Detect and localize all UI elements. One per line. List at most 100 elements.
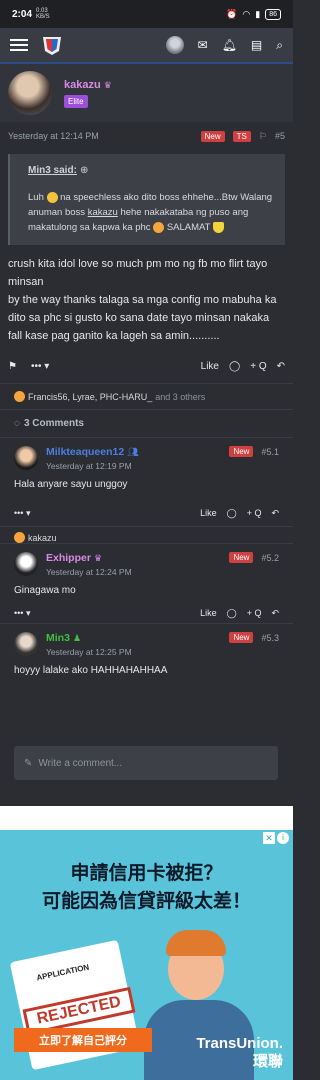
advertisement-banner[interactable]: ✕ i 申請信用卡被拒？ 可能因為信貸評級太差！ APPLICATION REJ… — [0, 830, 293, 1080]
comments-count[interactable]: 3 Comments — [24, 418, 84, 429]
comment-meta-right: New #5.1 — [229, 446, 279, 457]
comment-time[interactable]: Yesterday at 12:25 PM — [46, 647, 132, 657]
ad-close-icon[interactable]: ✕ — [263, 832, 275, 844]
write-comment-input[interactable]: ✎ Write a comment... — [14, 746, 278, 780]
comment-text: Ginagawa mo — [14, 585, 76, 596]
author-name[interactable]: kakazu — [64, 79, 101, 91]
surprised-emoji-icon — [46, 191, 58, 203]
more-button[interactable]: ••• ▾ — [31, 361, 49, 372]
inbox-icon[interactable]: ✉ — [198, 38, 208, 52]
write-comment-placeholder: Write a comment... — [38, 757, 123, 769]
comment-header: Min3 ♟ Yesterday at 12:25 PM New #5.3 — [14, 624, 279, 657]
status-bar: 2:04 0.03 KB/S ⏰ ◠ ▮ 86 — [0, 0, 293, 28]
menu-icon[interactable] — [10, 39, 28, 51]
comment-icon[interactable]: ◯ — [227, 508, 237, 519]
more-label: ••• — [30, 360, 42, 372]
post-meta: Yesterday at 12:14 PM New TS ⚐ #5 — [0, 122, 293, 150]
post-body-line: crush kita idol love so much pm mo ng fb… — [8, 258, 268, 288]
comment-author[interactable]: Exhipper — [46, 552, 91, 564]
reply-icon[interactable]: ↶ — [271, 508, 279, 519]
new-tag: New — [200, 130, 225, 142]
post-body-line: by the way thanks talaga sa mga config m… — [8, 294, 277, 342]
comments-header[interactable]: ◌ 3 Comments — [0, 409, 293, 437]
post-body: crush kita idol love so much pm mo ng fb… — [0, 245, 293, 345]
like-button[interactable]: Like — [201, 361, 219, 372]
post-time[interactable]: Yesterday at 12:14 PM — [8, 131, 99, 141]
comment-time[interactable]: Yesterday at 12:24 PM — [46, 567, 132, 577]
comment-more-button[interactable]: ••• ▾ — [14, 608, 30, 619]
brand-name: TransUnion. — [196, 1035, 283, 1052]
post-number[interactable]: #5 — [275, 131, 285, 141]
comment-quote-button[interactable]: + Q — [247, 508, 262, 519]
post-meta-right: New TS ⚐ #5 — [200, 130, 285, 142]
laugh-emoji-icon — [14, 391, 25, 402]
ad-headline-1: 申請信用卡被拒？ — [70, 863, 223, 884]
quote-text-1: Luh — [28, 192, 44, 203]
post-author: kakazu ♛ Elite — [0, 64, 293, 122]
comment-author[interactable]: Min3 — [46, 632, 70, 644]
search-icon[interactable]: ⌕ — [276, 38, 283, 53]
comment-number[interactable]: #5.3 — [261, 633, 279, 643]
quote-author[interactable]: Min3 said: — [28, 165, 77, 176]
comment-header: Exhipper ♛ Yesterday at 12:24 PM New #5.… — [14, 544, 279, 577]
ad-info-icon[interactable]: i — [277, 832, 289, 844]
comment-actions: ••• ▾ Like ◯ + Q ↶ — [14, 500, 279, 526]
clock: 2:04 — [12, 8, 33, 20]
comment-quote-button[interactable]: + Q — [247, 608, 262, 619]
comment-author[interactable]: Milkteaqueen12 — [46, 446, 124, 458]
comment-actions-right: Like ◯ + Q ↶ — [200, 608, 279, 619]
laugh-emoji-icon — [14, 532, 25, 543]
user-icon: ♟ — [72, 633, 82, 643]
reaction-others[interactable]: and 3 others — [155, 392, 205, 402]
comment-avatar[interactable] — [14, 632, 38, 656]
post-reactions[interactable]: Francis56, Lyrae, PHC-HARU_ and 3 others — [0, 383, 293, 409]
bell-icon[interactable]: 🔔︎ — [222, 38, 237, 52]
comment-item: Exhipper ♛ Yesterday at 12:24 PM New #5.… — [0, 543, 293, 623]
signal-icon: ▮ — [255, 8, 261, 19]
arrow-up-icon[interactable]: ⊕ — [80, 165, 88, 176]
reaction-user[interactable]: kakazu — [28, 533, 57, 543]
quote-block: Min3 said: ⊕ Luh na speechless ako dito … — [8, 154, 285, 245]
comment-icon[interactable]: ◯ — [227, 608, 237, 619]
user-avatar[interactable] — [165, 36, 184, 54]
comment-time[interactable]: Yesterday at 12:19 PM — [46, 461, 139, 471]
top-navbar: ✉ 🔔︎ ▤ ⌕ — [0, 28, 293, 64]
author-avatar[interactable] — [8, 71, 52, 115]
ad-headline: 申請信用卡被拒？ 可能因為信貸評級太差！ — [0, 860, 293, 916]
wifi-icon: ◠ — [242, 8, 251, 19]
author-badge-icon: ♛ — [103, 79, 112, 90]
quote-button[interactable]: + Q — [250, 361, 266, 372]
ad-cta-button[interactable]: 立即了解自己評分 — [14, 1028, 152, 1052]
bookmark-icon[interactable]: ⚐ — [259, 131, 267, 142]
document-icon[interactable]: ▤ — [251, 38, 262, 52]
comment-avatar[interactable] — [14, 446, 38, 470]
comment-like-button[interactable]: Like — [200, 508, 217, 519]
comment-avatar[interactable] — [14, 552, 38, 576]
comment-actions-right: Like ◯ + Q ↶ — [200, 508, 279, 519]
comment-info: Exhipper ♛ Yesterday at 12:24 PM — [46, 552, 132, 577]
site-logo[interactable] — [40, 33, 64, 57]
comment-more-button[interactable]: ••• ▾ — [14, 508, 30, 519]
star-eyes-emoji-icon — [153, 221, 165, 233]
heart-emoji-icon — [212, 221, 224, 233]
quote-header[interactable]: Min3 said: ⊕ — [28, 164, 275, 176]
comment-like-button[interactable]: Like — [200, 608, 217, 619]
new-tag: New — [229, 446, 254, 457]
comment-text: hoyyy lalake ako HAHHAHAHHAA — [14, 665, 168, 676]
ad-spacer — [0, 806, 293, 830]
reply-icon[interactable]: ↶ — [271, 608, 279, 619]
reaction-names[interactable]: Francis56, Lyrae, PHC-HARU_ — [28, 392, 152, 402]
flag-icon[interactable]: ⚑ — [8, 361, 17, 372]
ad-brand: TransUnion. 環聯 — [196, 1035, 283, 1071]
comment-meta-right: New #5.2 — [229, 552, 279, 563]
quote-mention[interactable]: kakazu — [88, 207, 118, 218]
comment-icon[interactable]: ◯ — [229, 361, 240, 372]
reply-icon[interactable]: ↶ — [277, 361, 285, 372]
post-actions-right: Like ◯ + Q ↶ — [201, 361, 285, 372]
author-badge-icon: ♛ — [94, 553, 103, 563]
comment-number[interactable]: #5.1 — [261, 447, 279, 457]
comment-info: Milkteaqueen12 👥︎ Yesterday at 12:19 PM — [46, 446, 139, 471]
comment-number[interactable]: #5.2 — [261, 553, 279, 563]
more-label: ••• — [14, 507, 24, 518]
post-actions: ⚑ ••• ▾ Like ◯ + Q ↶ — [0, 349, 293, 383]
